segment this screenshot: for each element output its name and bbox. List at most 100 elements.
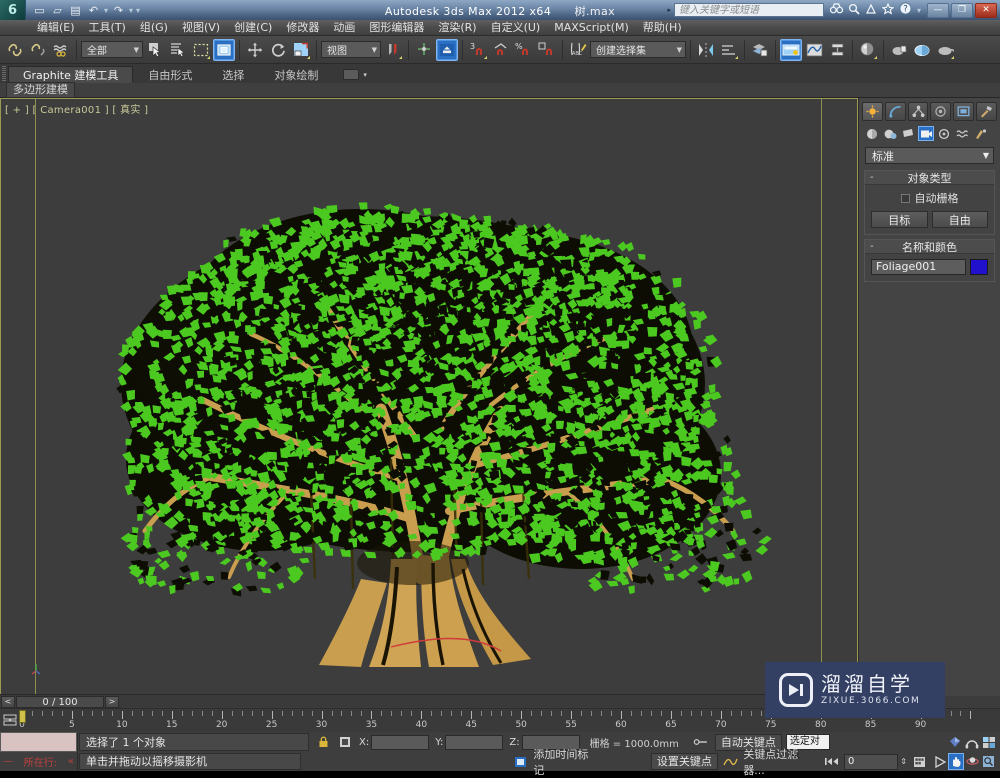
select-by-name-icon[interactable]	[167, 39, 189, 61]
use-pivot-point-center-icon[interactable]	[382, 39, 404, 61]
hierarchy-tab[interactable]	[907, 102, 929, 121]
menu-item-modifiers[interactable]: 修改器	[279, 20, 326, 35]
object-name-input[interactable]: Foliage001	[871, 259, 966, 275]
next-frame-button[interactable]: >	[105, 695, 119, 708]
select-object-icon[interactable]	[144, 39, 166, 61]
maxscript-mini-listener[interactable]: — 所在行: «	[0, 732, 78, 771]
menu-item-tools[interactable]: 工具(T)	[82, 20, 133, 35]
tab-graphite-modeling-tools[interactable]: Graphite 建模工具	[8, 66, 134, 83]
subscription-center-icon[interactable]	[865, 3, 877, 18]
curve-editor-icon[interactable]	[803, 39, 825, 61]
time-slider-handle[interactable]	[19, 710, 26, 723]
schematic-view-icon[interactable]	[826, 39, 848, 61]
undo-dropdown-icon[interactable]: ▾	[104, 6, 108, 15]
unlink-selection-icon[interactable]	[27, 39, 49, 61]
rectangular-selection-region-icon[interactable]	[190, 39, 212, 61]
key-curve-icon[interactable]	[723, 754, 738, 770]
geometry-category-icon[interactable]	[864, 126, 880, 141]
open-file-icon[interactable]: ▱	[50, 3, 65, 18]
percent-snap-toggle-icon[interactable]: %	[513, 39, 535, 61]
new-file-icon[interactable]: ▭	[32, 3, 47, 18]
ribbon-panel-flyout[interactable]: ▾	[333, 66, 377, 83]
space-warps-category-icon[interactable]	[954, 126, 970, 141]
frame-spinner-icon[interactable]: ⇕	[900, 757, 907, 766]
key-mode-icon[interactable]	[2, 713, 18, 727]
search-input[interactable]: 键入关键字或短语	[673, 3, 824, 17]
sub-tab-polygon-modeling[interactable]: 多边形建模	[6, 82, 75, 98]
window-crossing-toggle-icon[interactable]	[213, 38, 235, 61]
viewport[interactable]: [ + ] [ Camera001 ] [ 真实 ]	[0, 98, 858, 696]
menu-item-edit[interactable]: 编辑(E)	[30, 20, 82, 35]
maxscript-input-line[interactable]	[0, 732, 77, 752]
help-dropdown-icon[interactable]: ▾	[917, 6, 921, 15]
select-and-link-icon[interactable]	[4, 39, 26, 61]
field-of-view-icon[interactable]	[963, 734, 980, 751]
object-color-swatch[interactable]	[970, 259, 988, 275]
edit-named-selection-sets-icon[interactable]: ABC	[567, 39, 589, 61]
maximize-button[interactable]: ❐	[951, 2, 973, 18]
coord-x-field[interactable]	[371, 734, 430, 750]
systems-category-icon[interactable]	[972, 126, 988, 141]
spinner-snap-toggle-icon[interactable]	[536, 39, 558, 61]
frame-number-input[interactable]: 0	[843, 753, 899, 770]
set-key-button[interactable]: 设置关键点	[650, 753, 718, 770]
application-menu-button[interactable]: 6	[0, 0, 26, 20]
ribbon-drag-handle[interactable]	[2, 66, 6, 81]
coord-y-field[interactable]	[445, 734, 504, 750]
menu-item-rendering[interactable]: 渲染(R)	[431, 20, 483, 35]
bind-to-space-warp-icon[interactable]	[50, 39, 72, 61]
display-tab[interactable]	[953, 102, 975, 121]
previous-frame-button[interactable]: <	[1, 695, 15, 708]
viewport-label[interactable]: [ + ] [ Camera001 ] [ 真实 ]	[5, 101, 148, 116]
rollout-header-name-and-color[interactable]: - 名称和颜色	[865, 240, 994, 254]
snaps-toggle-icon[interactable]: 3	[467, 39, 489, 61]
add-time-tag-icon[interactable]	[513, 754, 528, 770]
menu-item-views[interactable]: 视图(V)	[175, 20, 227, 35]
select-and-move-icon[interactable]	[244, 39, 266, 61]
select-and-scale-icon[interactable]	[290, 39, 312, 61]
select-and-rotate-icon[interactable]	[267, 39, 289, 61]
magnifier-icon[interactable]	[848, 3, 860, 18]
cameras-category-icon[interactable]	[918, 126, 934, 141]
utilities-tab[interactable]	[976, 102, 997, 121]
menu-item-maxscript[interactable]: MAXScript(M)	[547, 20, 636, 35]
undo-icon[interactable]: ↶	[86, 3, 101, 18]
pan-view-icon[interactable]	[947, 753, 965, 770]
tab-freeform[interactable]: 自由形式	[133, 66, 207, 83]
menu-item-help[interactable]: 帮助(H)	[636, 20, 689, 35]
named-selection-set-dropdown[interactable]: 创建选择集 ▼	[590, 41, 686, 58]
close-button[interactable]: ✕	[975, 2, 997, 18]
binoculars-icon[interactable]	[829, 3, 844, 17]
keyboard-shortcut-override-icon[interactable]	[436, 38, 458, 61]
go-to-start-icon[interactable]	[824, 754, 840, 770]
select-and-manipulate-icon[interactable]	[413, 39, 435, 61]
target-camera-button[interactable]: 目标	[871, 211, 928, 228]
autogrid-checkbox[interactable]	[900, 193, 910, 203]
material-editor-icon[interactable]	[857, 39, 879, 61]
tab-selection[interactable]: 选择	[207, 66, 259, 83]
infocenter-expand-icon[interactable]: ▸	[664, 6, 674, 14]
angle-snap-toggle-icon[interactable]	[490, 39, 512, 61]
redo-icon[interactable]: ↷	[111, 3, 126, 18]
qat-customize-icon[interactable]: ▾	[136, 6, 140, 15]
add-time-tag-label[interactable]: 添加时间标记	[533, 746, 597, 778]
layer-manager-icon[interactable]	[749, 39, 771, 61]
menu-item-create[interactable]: 创建(C)	[227, 20, 279, 35]
menu-item-graph-editors[interactable]: 图形编辑器	[362, 20, 431, 35]
zoom-extents-all-icon[interactable]	[946, 734, 963, 751]
current-frame-display[interactable]: 0 / 100	[16, 695, 104, 708]
orbit-icon[interactable]	[964, 753, 980, 770]
minimize-button[interactable]: —	[927, 2, 949, 18]
selection-lock-icon[interactable]	[315, 734, 331, 750]
motion-tab[interactable]	[930, 102, 952, 121]
key-toggle-icon[interactable]	[693, 734, 709, 750]
save-file-icon[interactable]: ▤	[68, 3, 83, 18]
toggle-ribbon-icon[interactable]	[780, 38, 802, 61]
modify-tab[interactable]	[884, 102, 906, 121]
shapes-category-icon[interactable]	[882, 126, 898, 141]
render-production-icon[interactable]	[934, 39, 956, 61]
redo-dropdown-icon[interactable]: ▾	[129, 6, 133, 15]
menu-item-customize[interactable]: 自定义(U)	[484, 20, 548, 35]
zoom-region-icon[interactable]	[981, 753, 997, 770]
play-animation-icon[interactable]	[932, 754, 947, 770]
